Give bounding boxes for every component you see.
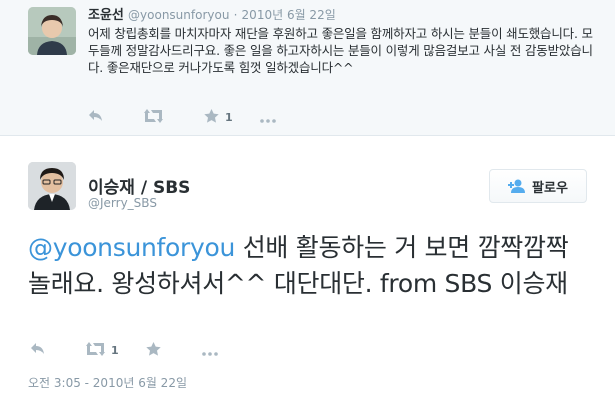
favorite-count: 1 [225,110,233,124]
reply-tweet: 조윤선 @yoonsunforyou · 2010년 6월 22일 어제 창립총… [0,0,615,136]
retweet-button[interactable]: 1 [86,341,146,360]
reply-icon [88,108,104,127]
reply-button[interactable] [88,109,144,125]
reply-tweet-actions: 1 [88,108,300,127]
favorite-button[interactable]: 1 [204,108,260,127]
follow-button-label: 팔로우 [532,180,568,196]
follow-button[interactable]: 팔로우 [489,169,587,203]
main-author-handle[interactable]: @Jerry_SBS [88,196,157,210]
main-avatar[interactable] [28,162,76,210]
favorite-icon [204,108,219,127]
reply-author-handle[interactable]: @yoonsunforyou [128,8,229,22]
reply-header: 조윤선 @yoonsunforyou · 2010년 6월 22일 [88,6,336,25]
reply-button[interactable] [30,342,86,358]
separator-dot: · [233,8,238,22]
reply-author-name[interactable]: 조윤선 [88,8,124,23]
favorite-button[interactable] [146,341,202,360]
main-tweet-text: @yoonsunforyou 선배 활동하는 거 보면 깜짝깜짝 놀래요. 왕성… [28,230,598,302]
more-button[interactable] [260,109,300,125]
reply-date[interactable]: 2010년 6월 22일 [242,8,336,22]
mention-link[interactable]: @yoonsunforyou [28,233,235,262]
retweet-icon [144,108,163,127]
more-icon [202,341,218,360]
retweet-button[interactable] [144,108,204,127]
reply-avatar[interactable] [28,7,76,55]
reply-tweet-text: 어제 창립총회를 마치자마자 재단을 후원하고 좋은일을 함께하자고 하시는 분… [88,26,593,75]
more-button[interactable] [202,342,242,358]
retweet-count: 1 [111,343,119,357]
tweet-timestamp[interactable]: 오전 3:05 - 2010년 6월 22일 [28,374,187,391]
favorite-icon [146,341,161,360]
reply-icon [30,341,46,360]
retweet-icon [86,341,105,360]
main-author-name[interactable]: 이승재 / SBS [88,173,190,198]
main-tweet-actions: 1 [30,341,242,360]
more-icon [260,108,276,127]
follow-person-icon [508,179,526,193]
